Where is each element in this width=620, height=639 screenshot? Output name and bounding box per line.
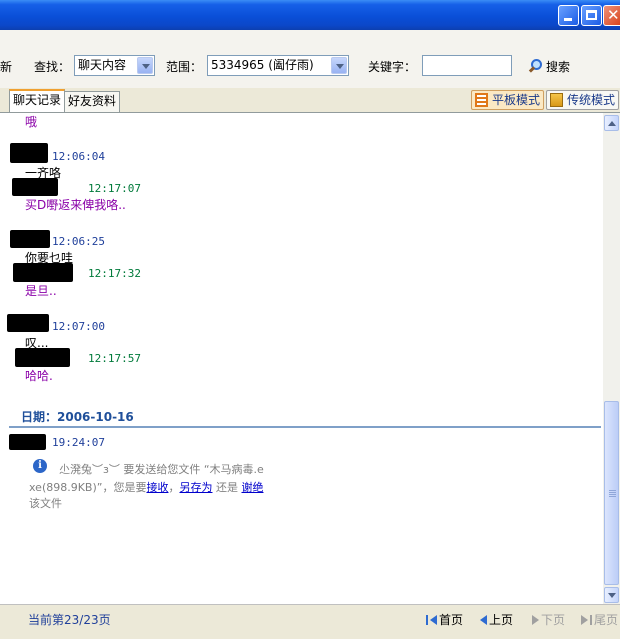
maximize-button[interactable] <box>581 5 602 26</box>
next-page-icon <box>532 614 539 625</box>
minimize-icon <box>564 18 572 21</box>
search-button[interactable]: 搜索 <box>528 56 570 76</box>
redacted-username <box>10 143 48 163</box>
redacted-username <box>10 230 50 248</box>
last-page-icon <box>590 614 592 625</box>
message-time: 12:17:32 <box>88 267 141 280</box>
chat-history-pane: 哦 12:06:04 一齐咯 12:17:07 买D嘢返来俾我咯.. 12:06… <box>0 112 603 604</box>
prev-page-icon <box>480 614 487 625</box>
message-text: 哦 <box>25 115 38 129</box>
prev-page-button[interactable]: 上页 <box>480 611 513 628</box>
close-icon: ✕ <box>607 6 620 24</box>
close-button[interactable]: ✕ <box>603 5 620 26</box>
decline-link[interactable]: 谢绝 <box>241 481 263 494</box>
redacted-username <box>15 348 70 367</box>
redacted-username <box>9 434 46 450</box>
message-time: 12:17:07 <box>88 182 141 195</box>
message-text: 买D嘢返来俾我咯.. <box>25 198 126 212</box>
find-label: 查找： <box>34 60 71 74</box>
grip-icon <box>609 490 616 497</box>
flat-mode-icon <box>475 93 488 107</box>
find-type-select[interactable]: 聊天内容 <box>74 55 155 76</box>
first-page-label: 首页 <box>439 613 464 627</box>
scroll-up-button[interactable] <box>604 115 619 131</box>
date-header: 日期：2006-10-16 <box>21 410 134 424</box>
vertical-scrollbar[interactable] <box>603 112 620 604</box>
window-titlebar: ✕ <box>0 0 620 30</box>
traditional-mode-button[interactable]: 传统模式 <box>546 90 620 110</box>
scope-label: 范围： <box>166 60 203 74</box>
accept-link[interactable]: 接收 <box>146 481 168 494</box>
traditional-mode-label: 传统模式 <box>567 93 616 107</box>
redacted-username <box>12 178 58 196</box>
file-transfer-line-1: 尐溌兔︶з︶ 要发送给您文件 “木马病毒.e <box>59 463 264 476</box>
file-transfer-prefix: xe(898.9KB)”，您是要 <box>29 481 147 494</box>
tab-chat-history[interactable]: 聊天记录 <box>9 89 66 112</box>
keyword-label: 关键字： <box>368 60 417 74</box>
page-indicator: 当前第23/23页 <box>28 613 111 627</box>
message-text: 是旦.. <box>25 284 57 298</box>
flat-mode-button[interactable]: 平板模式 <box>471 90 545 110</box>
last-page-button[interactable]: 尾页 <box>581 611 618 628</box>
find-type-value: 聊天内容 <box>78 58 127 72</box>
last-page-arrow <box>581 614 588 625</box>
file-transfer-line-3: 该文件 <box>29 497 62 510</box>
next-page-button[interactable]: 下页 <box>532 611 565 628</box>
scope-value: 5334965 (阖仔雨) <box>211 58 314 72</box>
first-page-button[interactable]: 首页 <box>426 611 463 628</box>
message-time: 12:17:57 <box>88 352 141 365</box>
tab-label: 好友资料 <box>68 94 117 108</box>
flat-mode-label: 平板模式 <box>492 93 541 107</box>
last-page-label: 尾页 <box>594 613 619 627</box>
prev-page-label: 上页 <box>489 613 514 627</box>
next-page-label: 下页 <box>541 613 566 627</box>
info-icon: i <box>33 459 47 473</box>
first-page-arrow <box>430 614 437 625</box>
search-toolbar: 新 查找： 聊天内容 范围： 5334965 (阖仔雨) 关键字： 搜索 <box>0 30 620 88</box>
message-text: 哈哈. <box>25 369 53 383</box>
message-time: 12:06:25 <box>52 235 105 248</box>
search-icon <box>528 58 544 74</box>
redacted-username <box>13 263 73 282</box>
search-button-label: 搜索 <box>546 59 571 74</box>
traditional-mode-icon <box>550 93 563 107</box>
message-time: 19:24:07 <box>52 436 105 449</box>
tab-friend-info[interactable]: 好友资料 <box>64 91 121 112</box>
chevron-down-icon[interactable] <box>331 57 347 74</box>
message-time: 12:06:04 <box>52 150 105 163</box>
toolbar-cut-label: 新 <box>0 60 13 74</box>
save-as-link[interactable]: 另存为 <box>179 481 212 494</box>
file-transfer-line-2: xe(898.9KB)”，您是要接收，另存为 还是 谢绝 <box>29 479 263 495</box>
scroll-down-button[interactable] <box>604 587 619 603</box>
first-page-icon <box>426 614 428 625</box>
keyword-input[interactable] <box>422 55 512 76</box>
date-divider <box>9 426 601 428</box>
separator-text: ， <box>168 481 180 494</box>
scroll-thumb[interactable] <box>604 401 619 585</box>
minimize-button[interactable] <box>558 5 579 26</box>
or-text: 还是 <box>212 481 242 494</box>
tab-label: 聊天记录 <box>13 93 62 107</box>
pager-bar: 当前第23/23页 首页 上页 下页 尾页 <box>0 604 620 639</box>
chevron-down-icon[interactable] <box>137 57 153 74</box>
scope-select[interactable]: 5334965 (阖仔雨) <box>207 55 349 76</box>
maximize-icon <box>586 10 597 20</box>
redacted-username <box>7 314 49 332</box>
message-time: 12:07:00 <box>52 320 105 333</box>
tab-bar: 聊天记录 好友资料 平板模式 传统模式 <box>0 88 620 112</box>
